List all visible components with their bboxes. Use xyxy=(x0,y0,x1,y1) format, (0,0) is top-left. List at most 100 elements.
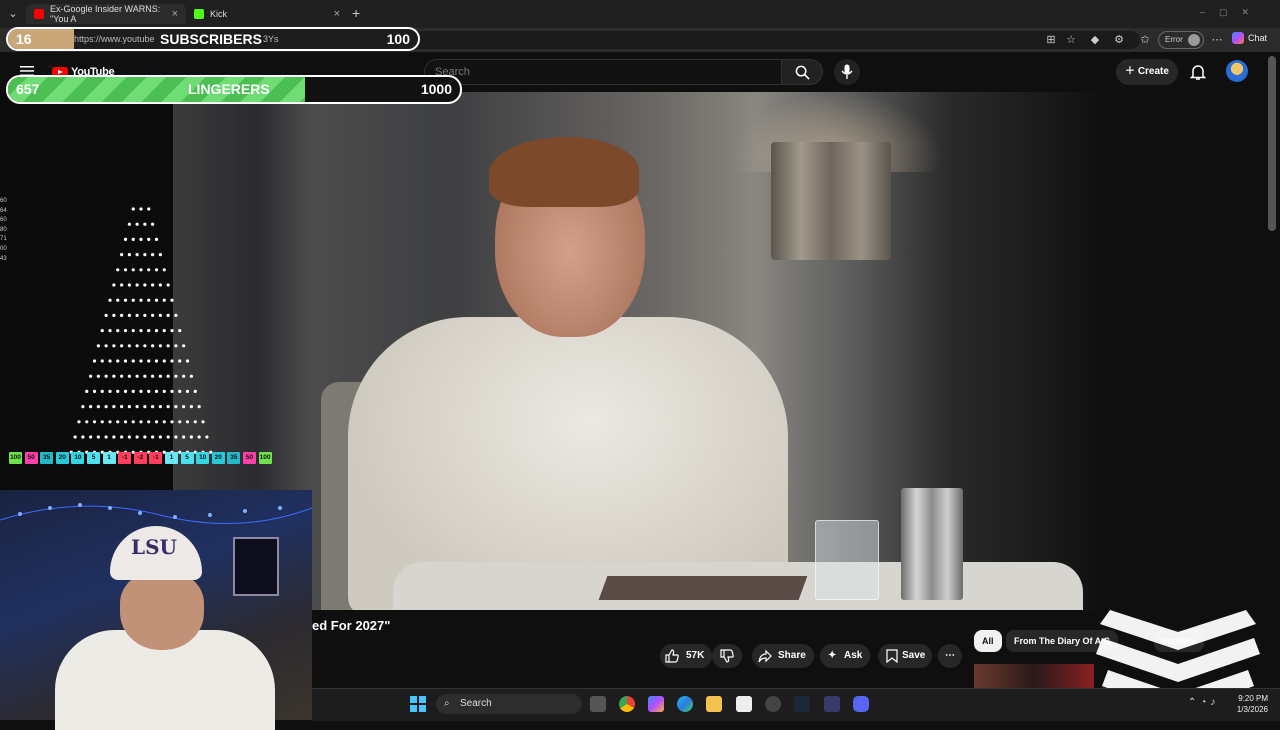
plinko-side-tick: 71 xyxy=(0,236,7,243)
clock-time: 9:20 PM xyxy=(1238,694,1268,703)
plinko-peg xyxy=(147,298,151,302)
plinko-peg xyxy=(108,389,112,393)
plinko-peg xyxy=(123,237,128,241)
plinko-slot: -1 xyxy=(118,452,132,464)
plinko-peg xyxy=(151,344,155,348)
wall-poster xyxy=(233,537,279,596)
capcut-icon[interactable] xyxy=(736,696,752,712)
taskbar-search[interactable]: ⌕ Search xyxy=(436,694,582,714)
plinko-peg xyxy=(162,359,166,363)
recommended-video-thumbnail[interactable] xyxy=(974,664,1094,688)
create-label: Create xyxy=(1137,66,1169,77)
video-scene-tablet xyxy=(598,576,808,600)
plinko-peg xyxy=(123,389,128,393)
window-controls[interactable]: –▢✕ xyxy=(1200,7,1263,18)
plinko-peg xyxy=(123,268,128,272)
plinko-slot: -2 xyxy=(133,452,147,464)
plinko-peg xyxy=(116,329,120,333)
dislike-button[interactable] xyxy=(712,644,742,668)
plinko-peg xyxy=(127,313,131,317)
plinko-peg xyxy=(135,405,139,409)
plinko-peg xyxy=(120,253,124,257)
plinko-peg xyxy=(143,283,147,287)
plinko-peg xyxy=(104,435,108,439)
share-button[interactable]: Share xyxy=(752,644,814,668)
plinko-peg xyxy=(182,344,186,348)
plinko-peg xyxy=(112,435,116,439)
webcam-person-face xyxy=(120,572,204,650)
plinko-peg xyxy=(154,420,159,424)
close-tab-icon[interactable]: × xyxy=(172,8,178,20)
plinko-side-tick: 43 xyxy=(0,255,7,262)
plinko-peg xyxy=(147,420,151,424)
page-scrollbar[interactable] xyxy=(1268,56,1276,231)
plinko-peg xyxy=(131,420,135,424)
tab-list-chevron-icon[interactable]: ⌄ xyxy=(6,7,20,21)
plinko-peg xyxy=(158,253,162,257)
extension-diamond-icon[interactable]: ◆ xyxy=(1088,33,1102,47)
plinko-peg xyxy=(135,283,139,287)
plinko-peg xyxy=(92,359,97,363)
ask-button[interactable]: ✦ Ask xyxy=(820,644,870,668)
extensions-icon[interactable]: ⚙ xyxy=(1112,33,1126,47)
favorite-star-icon[interactable]: ☆ xyxy=(1064,33,1078,47)
more-options-icon[interactable]: ⋯ xyxy=(1210,33,1224,47)
search-button[interactable] xyxy=(781,59,823,85)
plinko-peg xyxy=(151,374,155,378)
save-button[interactable]: Save xyxy=(878,644,932,668)
plinko-peg xyxy=(139,329,143,333)
plinko-side-tick: 60 xyxy=(0,217,7,224)
task-view-icon[interactable] xyxy=(590,696,606,712)
plinko-peg xyxy=(189,405,193,409)
youtube-favicon-icon xyxy=(34,9,44,19)
file-explorer-icon[interactable] xyxy=(706,696,722,712)
voice-search-button[interactable] xyxy=(834,59,860,85)
plinko-peg xyxy=(100,359,104,363)
system-tray-icons[interactable]: ⌃◔♪ xyxy=(1188,697,1219,708)
chrome-icon[interactable] xyxy=(619,696,635,712)
windows-start-icon[interactable] xyxy=(410,696,426,712)
close-tab-icon[interactable]: × xyxy=(334,8,340,20)
favorites-icon[interactable]: ✩ xyxy=(1138,33,1152,47)
notifications-bell-icon[interactable] xyxy=(1190,63,1206,81)
plinko-peg xyxy=(131,268,135,272)
plinko-slot: 20 xyxy=(55,452,69,464)
plinko-peg xyxy=(139,359,143,363)
microphone-icon xyxy=(841,64,853,79)
discord-icon[interactable] xyxy=(853,696,869,712)
taskbar-clock[interactable]: 9:20 PM 1/3/2026 xyxy=(1228,693,1268,715)
plinko-peg xyxy=(131,237,135,241)
app-icon[interactable] xyxy=(824,696,840,712)
steam-icon[interactable] xyxy=(794,696,810,712)
plinko-peg xyxy=(189,374,193,378)
more-actions-button[interactable]: ⋯ xyxy=(938,644,962,668)
tab-kick[interactable]: Kick × xyxy=(186,4,348,24)
copilot-taskbar-icon[interactable] xyxy=(648,696,664,712)
plinko-peg xyxy=(170,389,174,393)
like-button[interactable]: 57K xyxy=(660,644,712,668)
plinko-peg xyxy=(139,237,143,241)
profile-button[interactable]: Error xyxy=(1158,31,1204,49)
account-avatar[interactable] xyxy=(1226,60,1248,82)
obs-icon[interactable] xyxy=(765,696,781,712)
plinko-peg xyxy=(104,405,108,409)
plinko-peg xyxy=(193,389,197,393)
plinko-peg xyxy=(174,344,178,348)
apps-icon[interactable]: ⊞ xyxy=(1044,33,1058,47)
plinko-peg xyxy=(120,405,124,409)
plinko-peg xyxy=(77,420,81,424)
edge-icon[interactable] xyxy=(677,696,693,712)
plinko-peg xyxy=(104,313,108,317)
plinko-peg xyxy=(81,435,85,439)
create-button[interactable]: ＋ Create xyxy=(1116,59,1178,85)
plinko-peg xyxy=(116,420,120,424)
copilot-button[interactable]: Chat xyxy=(1232,32,1267,44)
search-input[interactable]: Search xyxy=(424,59,782,85)
plinko-peg xyxy=(127,405,131,409)
chip-all[interactable]: All xyxy=(974,630,1002,652)
plinko-peg xyxy=(143,253,147,257)
new-tab-button[interactable]: + xyxy=(352,5,360,21)
plinko-peg xyxy=(127,283,131,287)
tab-youtube[interactable]: Ex-Google Insider WARNS: "You A × xyxy=(26,4,186,24)
plinko-peg xyxy=(174,435,178,439)
